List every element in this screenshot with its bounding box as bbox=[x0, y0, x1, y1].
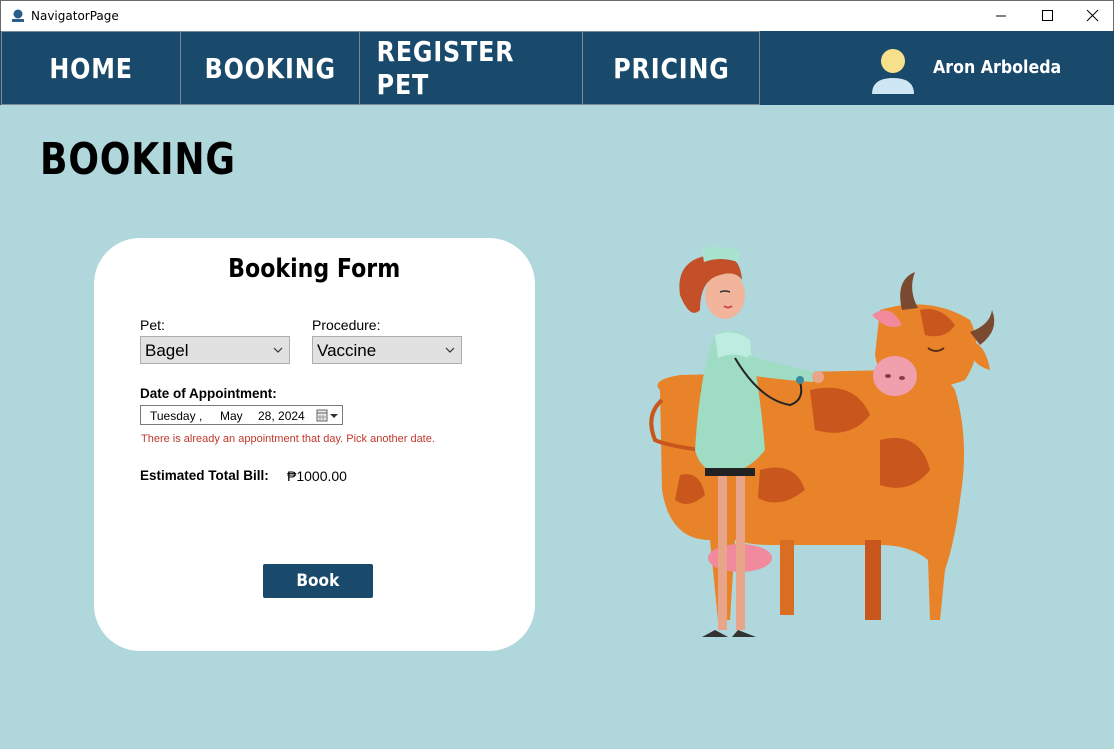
nav-booking-label: BOOKING bbox=[204, 51, 336, 85]
close-icon bbox=[1086, 9, 1099, 22]
user-name-text: Aron Arboleda bbox=[933, 57, 1062, 78]
page-title-text: BOOKING bbox=[40, 134, 236, 185]
total-bill-label: Estimated Total Bill: bbox=[140, 468, 269, 483]
user-name[interactable]: Aron Arboleda bbox=[933, 57, 1079, 78]
total-bill-value: ₱1000.00 bbox=[287, 468, 347, 484]
page-title: BOOKING bbox=[40, 134, 279, 185]
nav-register-pet[interactable]: REGISTER PET bbox=[359, 31, 583, 105]
procedure-select-value: Vaccine bbox=[317, 341, 377, 360]
minimize-button[interactable] bbox=[978, 1, 1024, 31]
date-error-message: There is already an appointment that day… bbox=[141, 433, 435, 445]
form-title: Booking Form bbox=[94, 254, 535, 284]
minimize-icon bbox=[996, 15, 1006, 17]
calendar-dropdown-icon[interactable] bbox=[316, 409, 340, 423]
nav-booking[interactable]: BOOKING bbox=[180, 31, 360, 105]
pet-select[interactable]: Bagel bbox=[140, 336, 290, 364]
nav-register-pet-label: REGISTER PET bbox=[376, 35, 515, 101]
app-logo-icon bbox=[12, 9, 24, 22]
top-navigation: HOME BOOKING REGISTER PET PRICING Aron A… bbox=[0, 31, 1114, 105]
date-label: Date of Appointment: bbox=[140, 386, 277, 401]
vet-cow-illustration bbox=[649, 246, 995, 637]
date-day-year[interactable]: 28, 2024 bbox=[258, 409, 305, 423]
window-title: NavigatorPage bbox=[31, 9, 119, 23]
nav-pricing[interactable]: PRICING bbox=[582, 31, 760, 105]
procedure-select[interactable]: Vaccine bbox=[312, 336, 462, 364]
maximize-icon bbox=[1042, 10, 1053, 21]
date-weekday[interactable]: Tuesday bbox=[150, 409, 196, 423]
window-title-bar: NavigatorPage bbox=[0, 0, 1114, 31]
form-title-text: Booking Form bbox=[228, 254, 401, 284]
chevron-down-icon bbox=[445, 347, 455, 353]
nav-home[interactable]: HOME bbox=[1, 31, 181, 105]
procedure-label: Procedure: bbox=[312, 317, 381, 333]
pet-label: Pet: bbox=[140, 317, 165, 333]
book-button[interactable]: Book bbox=[263, 564, 373, 598]
nav-home-label: HOME bbox=[49, 51, 133, 85]
date-month[interactable]: May bbox=[220, 409, 243, 423]
book-button-label: Book bbox=[296, 571, 340, 591]
user-avatar-icon[interactable] bbox=[868, 47, 916, 95]
date-separator: , bbox=[199, 409, 203, 423]
nav-pricing-label: PRICING bbox=[612, 51, 730, 85]
booking-form-card: Booking Form Pet: Bagel Procedure: Vacci… bbox=[94, 238, 535, 651]
chevron-down-icon bbox=[273, 347, 283, 353]
close-button[interactable] bbox=[1069, 1, 1114, 31]
appointment-date-picker[interactable]: Tuesday , May 28, 2024 bbox=[140, 405, 343, 425]
pet-select-value: Bagel bbox=[145, 341, 189, 360]
maximize-button[interactable] bbox=[1024, 1, 1070, 31]
